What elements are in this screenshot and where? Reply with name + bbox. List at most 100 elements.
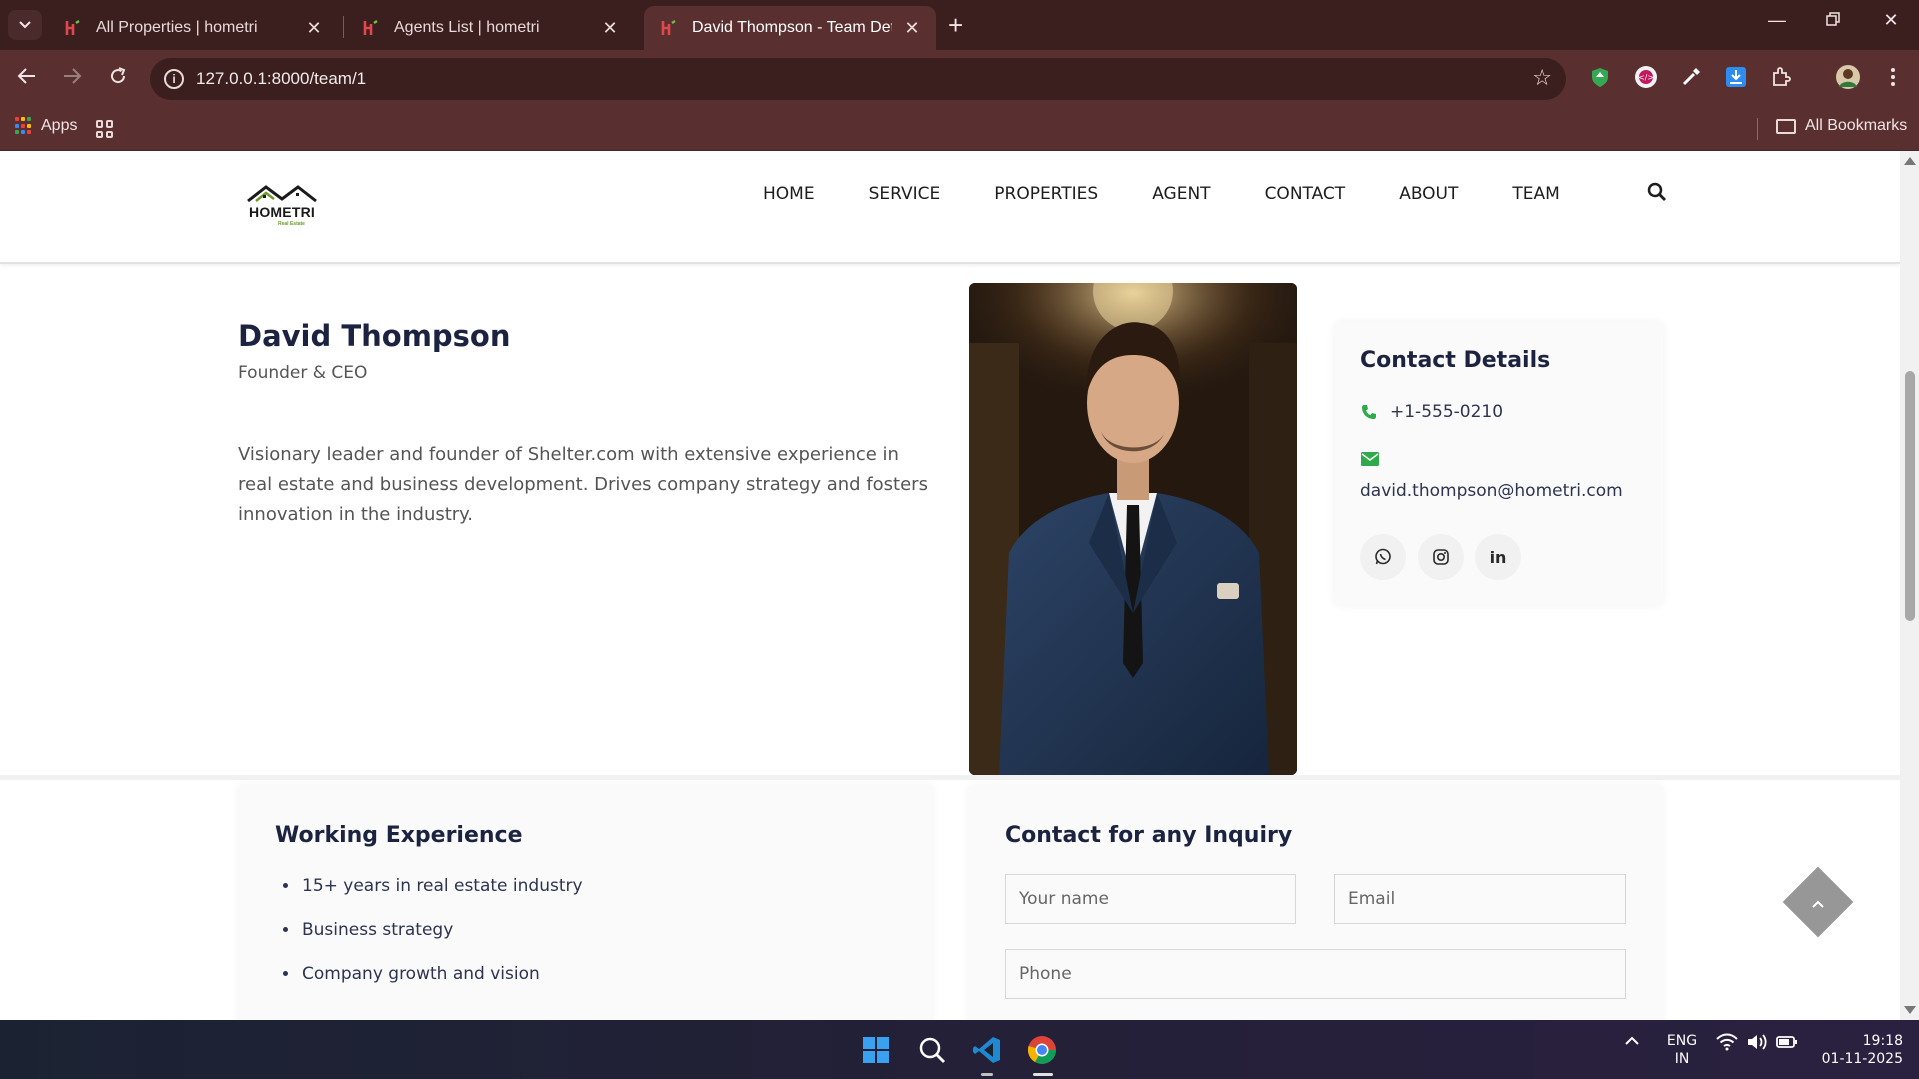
volume-icon[interactable] [1746,1033,1768,1055]
language-indicator[interactable]: ENG IN [1664,1032,1700,1068]
experience-item: Business strategy [300,919,583,963]
tab-team-details[interactable]: David Thompson - Team Details ✕ [644,6,936,50]
contact-email[interactable]: david.thompson@hometri.com [1360,481,1623,501]
apps-label: Apps [41,117,78,134]
email-input[interactable] [1334,874,1626,924]
forward-icon[interactable] [57,64,87,94]
windows-taskbar: ENG IN 19:18 01-11-2025 [0,1020,1919,1079]
browser-menu-icon[interactable] [1880,64,1906,90]
bookmarks-bar: Apps All Bookmarks [0,108,1919,151]
chevron-down-icon [19,21,31,29]
scroll-down-arrow-icon[interactable] [1904,1006,1916,1014]
restore-icon[interactable] [1818,10,1848,31]
close-tab-icon[interactable]: ✕ [600,18,620,39]
nav-agent[interactable]: AGENT [1152,179,1210,209]
clock-time: 19:18 [1862,1033,1903,1049]
folder-icon [1776,118,1796,134]
logo-text: HOMETRI [249,204,315,220]
phone-icon [1362,405,1376,419]
extensions-puzzle-icon[interactable] [1768,64,1794,90]
language-code: ENG [1666,1033,1698,1049]
close-window-icon[interactable]: ✕ [1876,10,1906,31]
tab-title: All Properties | hometri [96,19,258,36]
page-scrollbar[interactable] [1900,151,1919,1020]
nav-about[interactable]: ABOUT [1399,179,1458,209]
browser-tab-strip: All Properties | hometri ✕ Agents List |… [0,0,1919,50]
tab-title: David Thompson - Team Details [692,19,892,36]
language-region: IN [1674,1051,1690,1067]
vscode-icon[interactable] [971,1034,1003,1066]
tab-agents-list[interactable]: Agents List | hometri ✕ [346,6,634,50]
tray-chevron-up-icon[interactable] [1624,1033,1640,1053]
download-extension-icon[interactable] [1723,64,1749,90]
inquiry-form-card: Contact for any Inquiry [968,785,1663,1020]
shield-extension-icon[interactable] [1587,64,1613,90]
agent-role: Founder & CEO [238,363,368,383]
url-text[interactable]: 127.0.0.1:8000/team/1 [196,69,366,89]
tab-all-properties[interactable]: All Properties | hometri ✕ [48,6,338,50]
devtools-extension-icon[interactable]: </> [1633,64,1659,90]
scroll-up-arrow-icon[interactable] [1904,157,1916,165]
nav-home[interactable]: HOME [763,179,815,209]
nav-properties[interactable]: PROPERTIES [994,179,1098,209]
search-icon[interactable] [916,1034,948,1066]
back-icon[interactable] [12,64,42,94]
experience-list: 15+ years in real estate industry Busine… [300,875,583,1007]
site-info-icon[interactable]: i [164,69,184,89]
phone-input[interactable] [1005,949,1626,999]
nav-team[interactable]: TEAM [1512,179,1559,209]
site-logo[interactable]: HOMETRI Real Estate [244,181,320,229]
scrollbar-thumb[interactable] [1905,371,1915,621]
logo-subtext: Real Estate [278,221,305,227]
vscode-running-indicator [981,1073,993,1076]
all-bookmarks-button[interactable]: All Bookmarks [1776,117,1907,135]
windows-start-icon[interactable] [860,1034,892,1066]
instagram-icon[interactable] [1418,534,1464,580]
clock-date: 01-11-2025 [1821,1051,1903,1067]
chrome-active-indicator [1033,1073,1053,1076]
close-tab-icon[interactable]: ✕ [304,18,324,39]
hometri-favicon-icon [661,20,676,35]
tab-title: Agents List | hometri [394,19,540,36]
linkedin-icon[interactable]: in [1475,534,1521,580]
contact-phone[interactable]: +1-555-0210 [1390,402,1503,422]
all-bookmarks-label: All Bookmarks [1805,117,1908,134]
page-viewport: HOMETRI Real Estate HOME SERVICE PROPERT… [0,151,1900,1020]
apps-grid-icon [15,117,33,135]
inquiry-title: Contact for any Inquiry [1005,823,1293,848]
chevron-up-icon[interactable] [1810,896,1826,912]
bookmark-star-icon[interactable]: ☆ [1532,65,1552,91]
close-tab-icon[interactable]: ✕ [902,18,922,39]
profile-avatar-icon[interactable] [1835,64,1861,90]
nav-service[interactable]: SERVICE [869,179,941,209]
browser-toolbar: i 127.0.0.1:8000/team/1 ☆ </> [0,50,1919,108]
wifi-icon[interactable] [1716,1033,1738,1055]
name-input[interactable] [1005,874,1296,924]
bookmark-separator [1757,118,1758,140]
system-clock[interactable]: 19:18 01-11-2025 [1813,1032,1903,1068]
envelope-icon [1361,452,1379,466]
tab-search-button[interactable] [8,10,42,40]
agent-photo [969,283,1297,775]
whatsapp-icon[interactable] [1360,534,1406,580]
tab-separator [343,16,344,38]
experience-title: Working Experience [275,823,523,848]
nav-contact[interactable]: CONTACT [1265,179,1346,209]
house-roof-icon [247,185,317,203]
tab-groups-icon[interactable] [96,120,114,138]
hometri-favicon-icon [65,20,80,35]
reload-icon[interactable] [103,64,133,94]
new-tab-button[interactable]: + [948,12,963,38]
address-bar[interactable]: i 127.0.0.1:8000/team/1 ☆ [150,58,1566,100]
color-picker-icon[interactable] [1678,64,1704,90]
experience-item: 15+ years in real estate industry [300,875,583,919]
apps-bookmark[interactable]: Apps [15,117,77,135]
site-header: HOMETRI Real Estate HOME SERVICE PROPERT… [0,151,1900,264]
main-nav: HOME SERVICE PROPERTIES AGENT CONTACT AB… [763,179,1614,209]
minimize-icon[interactable]: — [1762,10,1792,31]
search-icon[interactable] [1647,182,1667,202]
chrome-icon[interactable] [1026,1034,1058,1066]
experience-item: Company growth and vision [300,963,583,1007]
battery-icon[interactable] [1776,1033,1798,1055]
contact-details-title: Contact Details [1360,348,1551,373]
